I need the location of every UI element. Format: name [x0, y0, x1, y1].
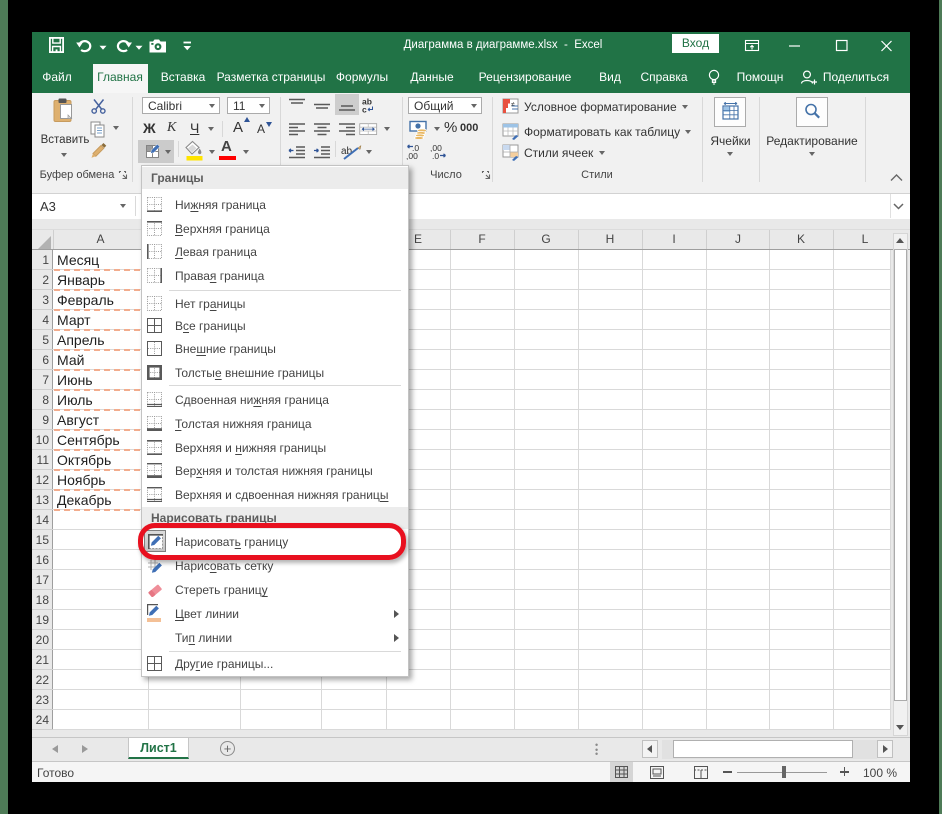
svg-text:≠: ≠: [511, 102, 515, 109]
svg-text:.0: .0: [432, 151, 439, 161]
svg-text:,00: ,00: [406, 151, 418, 161]
svg-text:c: c: [362, 105, 367, 115]
svg-text:ab: ab: [341, 146, 353, 157]
